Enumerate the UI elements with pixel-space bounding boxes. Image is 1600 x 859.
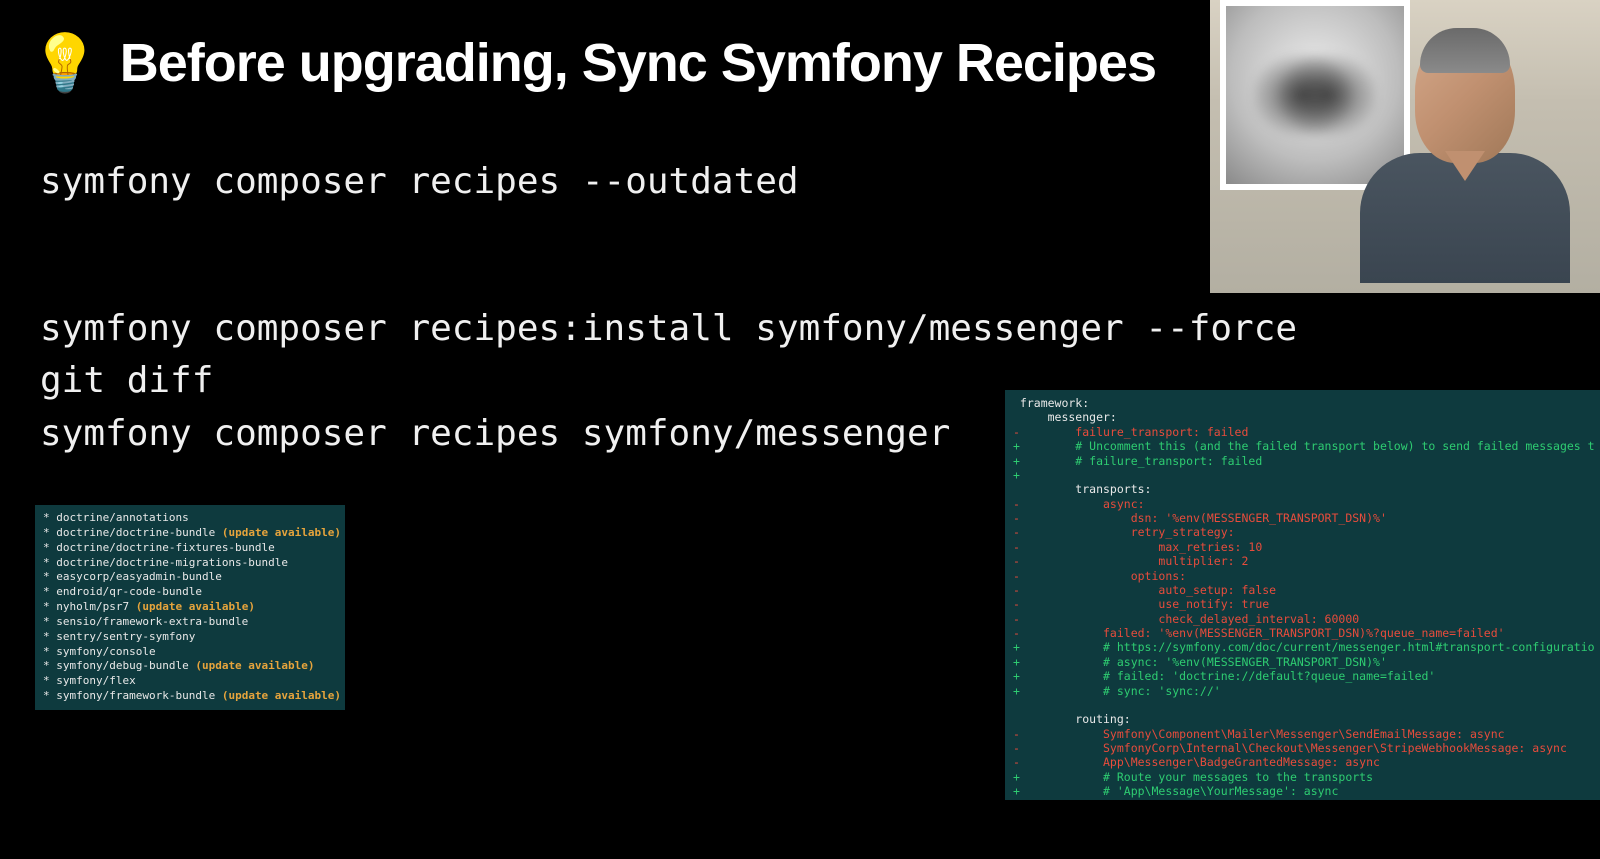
diff-line: + # Route your messages to the transport… xyxy=(1013,770,1592,784)
diff-line: - max_retries: 10 xyxy=(1013,540,1592,554)
lightbulb-icon: 💡 xyxy=(30,30,100,96)
recipe-item: doctrine/doctrine-bundle (update availab… xyxy=(43,526,337,541)
diff-line: framework: xyxy=(1013,396,1592,410)
diff-line: - SymfonyCorp\Internal\Checkout\Messenge… xyxy=(1013,741,1592,755)
diff-line: + # failure_transport: failed xyxy=(1013,454,1592,468)
diff-line: - failure_transport: failed xyxy=(1013,425,1592,439)
recipe-item: symfony/debug-bundle (update available) xyxy=(43,659,337,674)
recipe-item: doctrine/annotations xyxy=(43,511,337,526)
recipe-item: nyholm/psr7 (update available) xyxy=(43,600,337,615)
diff-line: - use_notify: true xyxy=(1013,597,1592,611)
recipes-output-panel: doctrine/annotationsdoctrine/doctrine-bu… xyxy=(35,505,345,710)
update-badge: (update available) xyxy=(189,659,315,672)
diff-line: + # failed: 'doctrine://default?queue_na… xyxy=(1013,669,1592,683)
diff-line: routing: xyxy=(1013,712,1592,726)
diff-line: - failed: '%env(MESSENGER_TRANSPORT_DSN)… xyxy=(1013,626,1592,640)
recipe-item: doctrine/doctrine-migrations-bundle xyxy=(43,556,337,571)
diff-line: + # sync: 'sync://' xyxy=(1013,684,1592,698)
recipe-item: symfony/console xyxy=(43,645,337,660)
presenter xyxy=(1350,33,1580,293)
diff-line: - dsn: '%env(MESSENGER_TRANSPORT_DSN)%' xyxy=(1013,511,1592,525)
diff-line: - options: xyxy=(1013,569,1592,583)
diff-line: - async: xyxy=(1013,497,1592,511)
recipe-item: sentry/sentry-symfony xyxy=(43,630,337,645)
recipe-item: symfony/flex xyxy=(43,674,337,689)
presenter-webcam xyxy=(1210,0,1600,293)
diff-line xyxy=(1013,698,1592,712)
diff-line: transports: xyxy=(1013,482,1592,496)
recipe-item: sensio/framework-extra-bundle xyxy=(43,615,337,630)
recipe-item: endroid/qr-code-bundle xyxy=(43,585,337,600)
diff-line: + # 'App\Message\YourMessage': async xyxy=(1013,784,1592,798)
diff-line: + xyxy=(1013,468,1592,482)
diff-line: - check_delayed_interval: 60000 xyxy=(1013,612,1592,626)
diff-line: - auto_setup: false xyxy=(1013,583,1592,597)
slide-title: Before upgrading, Sync Symfony Recipes xyxy=(120,32,1156,94)
command-line: symfony composer recipes:install symfony… xyxy=(40,303,1600,355)
diff-line: + # async: '%env(MESSENGER_TRANSPORT_DSN… xyxy=(1013,655,1592,669)
diff-line: + # https://symfony.com/doc/current/mess… xyxy=(1013,640,1592,654)
recipe-item: symfony/framework-bundle (update availab… xyxy=(43,689,337,704)
recipe-item: doctrine/doctrine-fixtures-bundle xyxy=(43,541,337,556)
update-badge: (update available) xyxy=(129,600,255,613)
diff-line: - retry_strategy: xyxy=(1013,525,1592,539)
diff-line: + # Uncomment this (and the failed trans… xyxy=(1013,439,1592,453)
diff-line: - App\Messenger\BadgeGrantedMessage: asy… xyxy=(1013,755,1592,769)
diff-line: - multiplier: 2 xyxy=(1013,554,1592,568)
update-badge: (update available) xyxy=(215,526,341,539)
diff-line: - Symfony\Component\Mailer\Messenger\Sen… xyxy=(1013,727,1592,741)
git-diff-panel: framework: messenger:- failure_transport… xyxy=(1005,390,1600,800)
update-badge: (update available) xyxy=(215,689,341,702)
diff-line: messenger: xyxy=(1013,410,1592,424)
recipe-item: easycorp/easyadmin-bundle xyxy=(43,570,337,585)
